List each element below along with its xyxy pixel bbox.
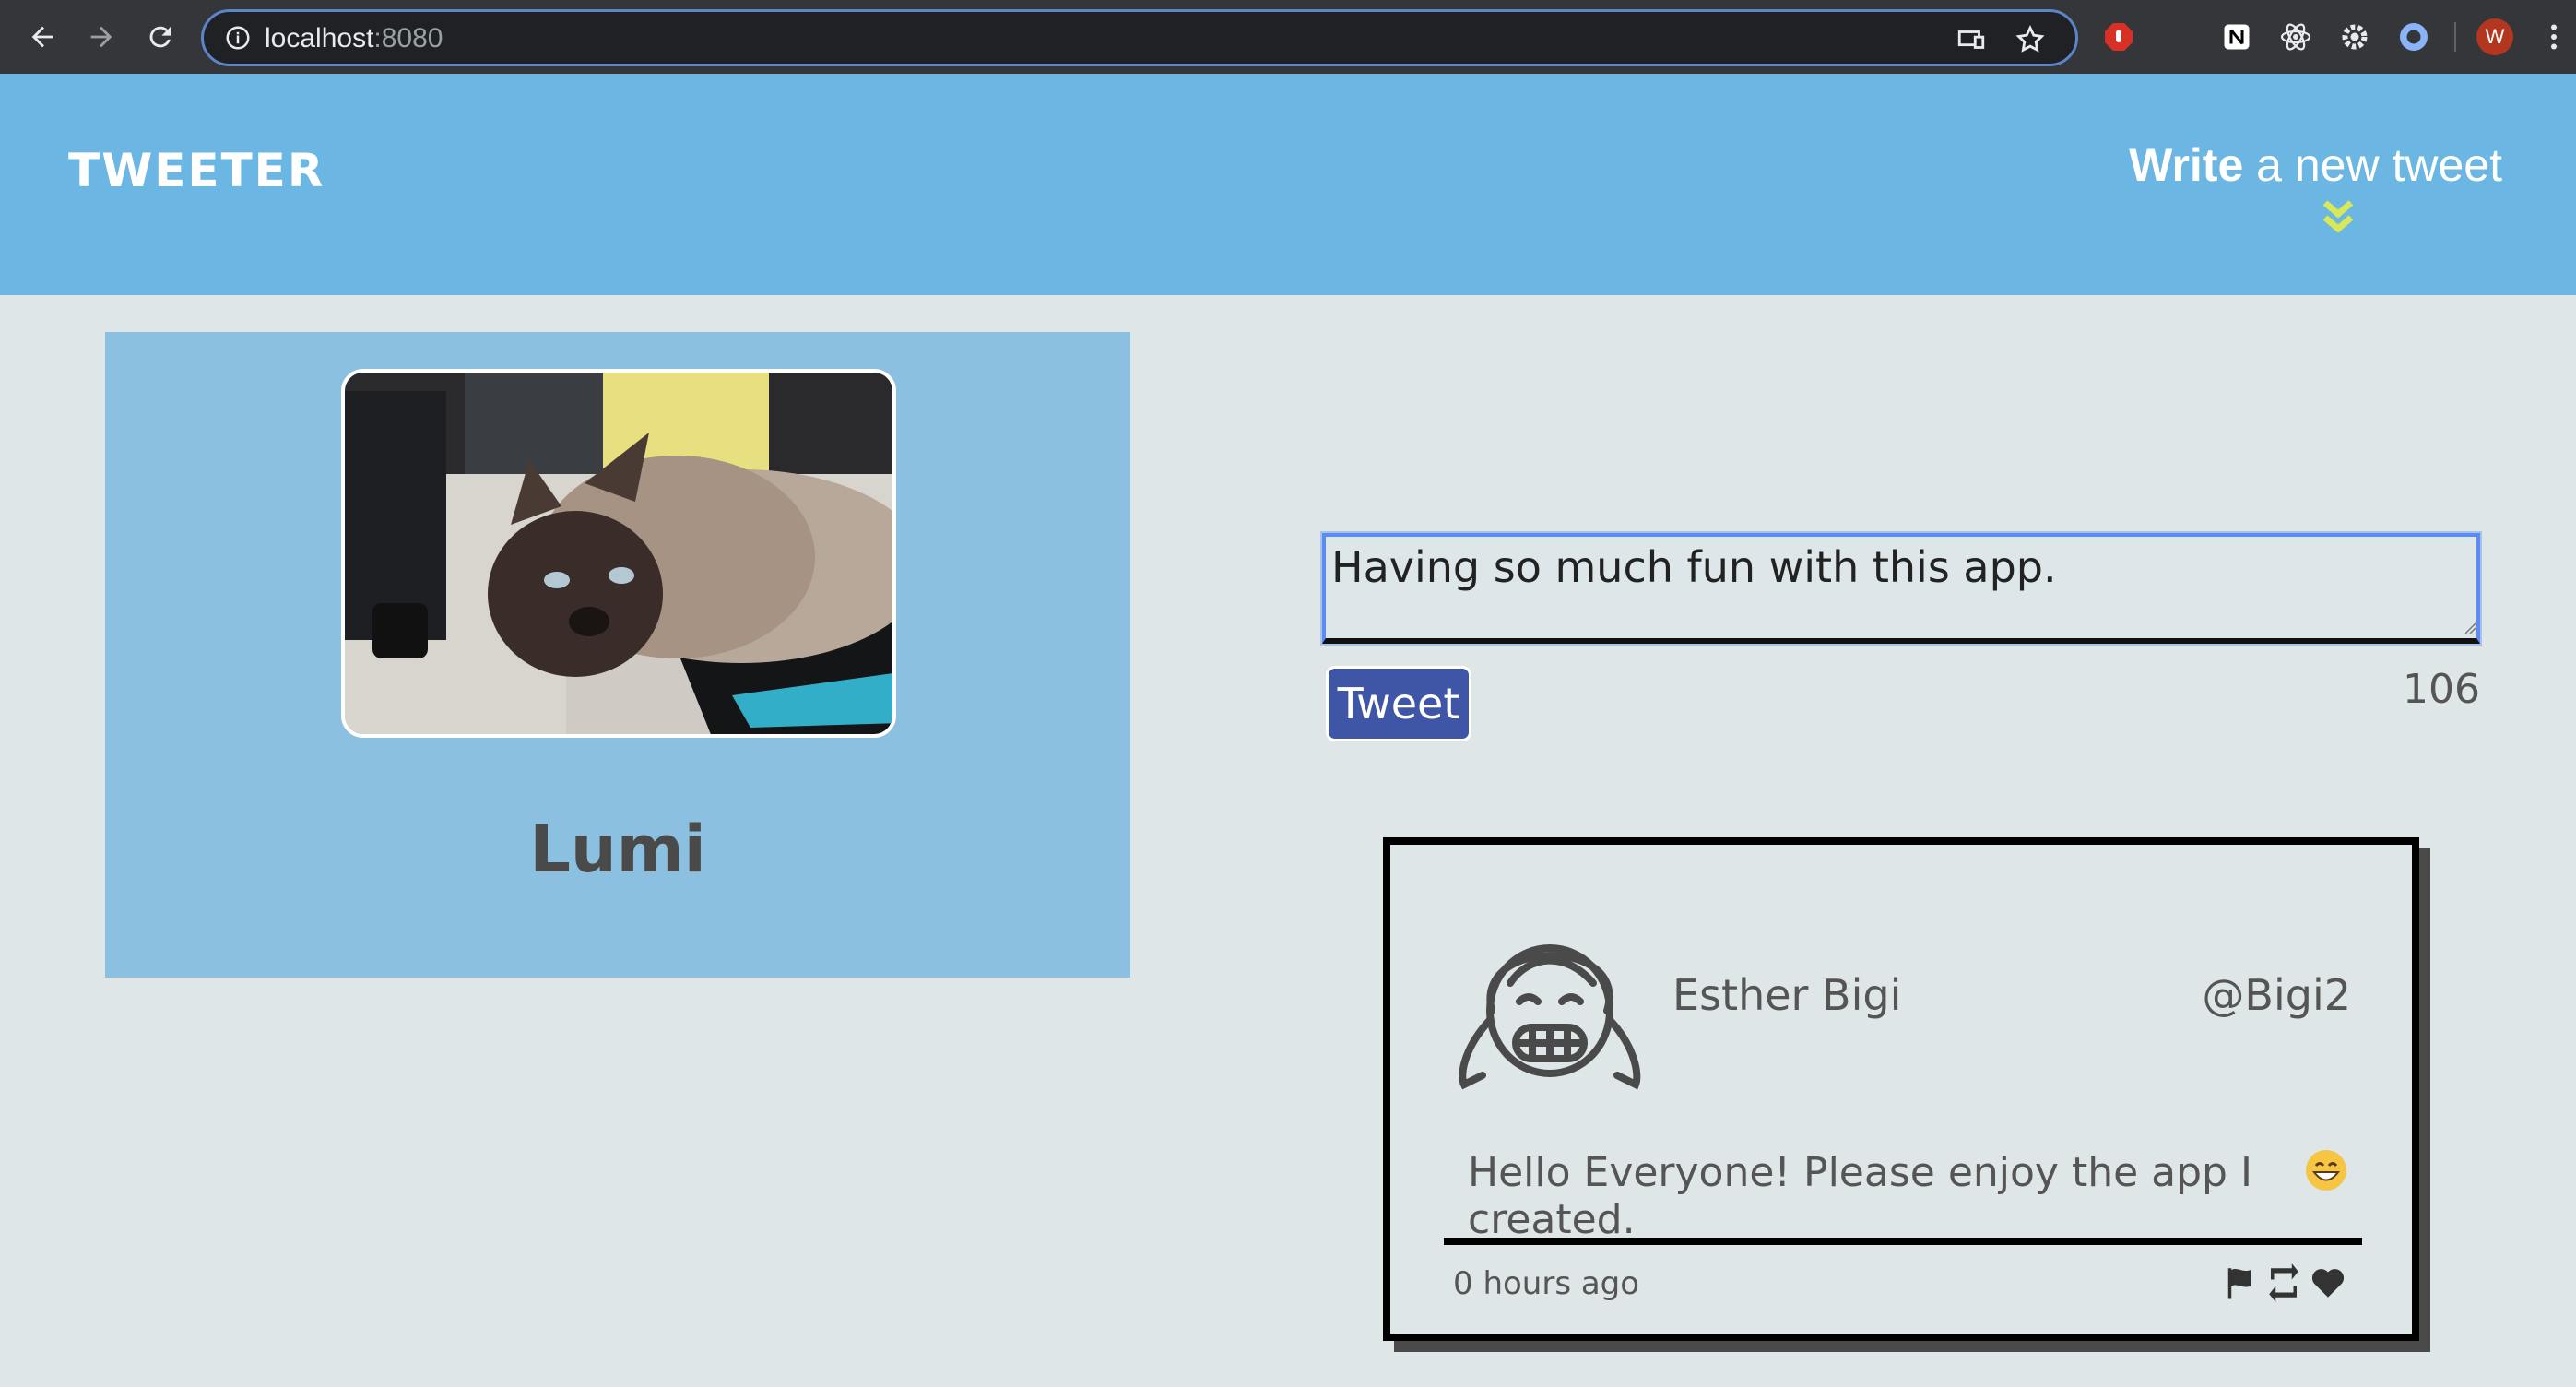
tweet-timestamp: 0 hours ago xyxy=(1453,1265,1640,1302)
tweet-content: Hello Everyone! Please enjoy the app I c… xyxy=(1468,1149,2252,1243)
tweet-author-handle[interactable]: @Bigi2 xyxy=(2202,970,2351,1020)
app-header: TWEETER Write a new tweet xyxy=(0,74,2576,295)
reload-button[interactable] xyxy=(138,15,183,59)
heart-icon[interactable] xyxy=(2309,1263,2347,1302)
browser-toolbar: localhost:8080 W xyxy=(0,0,2576,74)
resize-grip-icon[interactable] xyxy=(2462,620,2476,634)
star-icon[interactable] xyxy=(2015,24,2046,55)
tweet-author-name[interactable]: Esther Bigi xyxy=(1672,970,1901,1020)
address-bar[interactable]: localhost:8080 xyxy=(201,9,2078,66)
tweet-card: Esther Bigi @Bigi2 Hello Everyone! Pleas… xyxy=(1383,837,2419,1341)
forward-arrow-icon xyxy=(90,26,112,48)
tweet-divider xyxy=(1444,1238,2362,1245)
react-devtools-icon[interactable] xyxy=(2279,20,2312,53)
kebab-menu-icon[interactable] xyxy=(2537,20,2570,53)
character-counter: 106 xyxy=(2403,666,2480,713)
settings-gear-icon[interactable] xyxy=(2338,20,2371,53)
retweet-icon[interactable] xyxy=(2264,1263,2303,1302)
user-avatar-icon xyxy=(1459,944,1641,1090)
notion-extension-icon[interactable] xyxy=(2220,20,2253,53)
url-text[interactable]: localhost:8080 xyxy=(265,23,443,54)
compose-toggle[interactable]: Write a new tweet xyxy=(2129,138,2502,233)
profile-name: Lumi xyxy=(529,812,706,887)
forward-button[interactable] xyxy=(79,15,124,59)
toolbar-separator xyxy=(2454,22,2456,52)
adblock-extension-icon[interactable] xyxy=(2102,20,2135,53)
back-arrow-icon xyxy=(31,26,53,48)
tweet-submit-button[interactable]: Tweet xyxy=(1326,666,1471,741)
flag-icon[interactable] xyxy=(2220,1263,2259,1302)
app-logo[interactable]: TWEETER xyxy=(68,144,325,197)
grinning-emoji-icon xyxy=(2306,1150,2346,1191)
compose-toggle-label: Write a new tweet xyxy=(2129,139,2502,191)
cast-icon[interactable] xyxy=(1956,24,1987,55)
info-icon[interactable] xyxy=(224,24,252,52)
back-button[interactable] xyxy=(20,15,65,59)
circle-extension-icon[interactable] xyxy=(2397,20,2430,53)
double-chevron-down-icon[interactable] xyxy=(2322,199,2354,236)
cat-photo xyxy=(345,373,892,734)
tweet-actions xyxy=(2220,1263,2347,1302)
profile-photo xyxy=(341,369,896,738)
reload-icon xyxy=(149,26,171,48)
profile-card: Lumi xyxy=(105,332,1130,978)
tweet-input[interactable] xyxy=(1322,533,2480,644)
profile-avatar[interactable]: W xyxy=(2476,18,2513,55)
